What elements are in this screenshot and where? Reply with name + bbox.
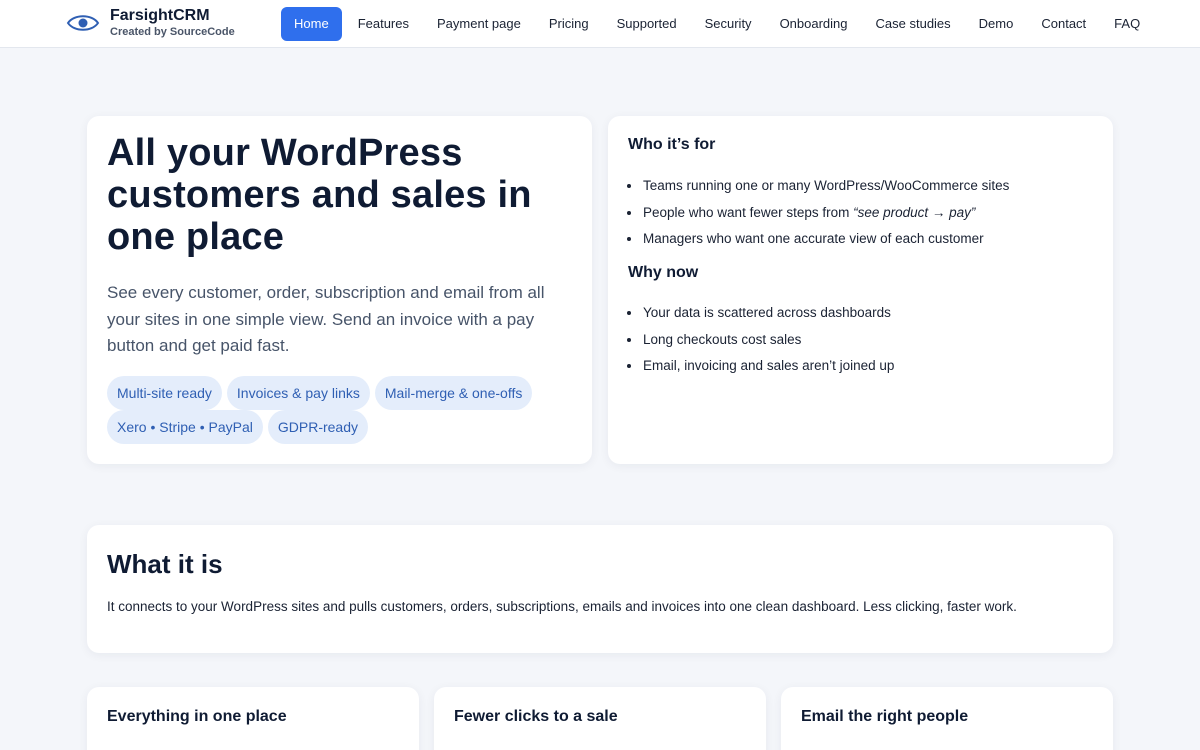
eye-icon bbox=[66, 15, 100, 31]
feature-title: Fewer clicks to a sale bbox=[454, 708, 618, 725]
brand-text: FarsightCRM Created by SourceCode bbox=[110, 7, 235, 39]
nav-case-studies[interactable]: Case studies bbox=[862, 7, 965, 41]
feature-title: Email the right people bbox=[801, 708, 969, 725]
chip-multi-site: Multi-site ready bbox=[107, 376, 222, 410]
hero-title: All your WordPress customers and sales i… bbox=[107, 132, 532, 258]
who-item-text: People who want fewer steps from bbox=[643, 204, 854, 220]
feature-card: Email the right people bbox=[781, 687, 1113, 750]
nav-payment-page[interactable]: Payment page bbox=[423, 7, 535, 41]
who-item-quote: “see product → pay” bbox=[853, 204, 976, 220]
chip-row: Xero • Stripe • PayPal GDPR-ready bbox=[107, 410, 577, 444]
nav-onboarding[interactable]: Onboarding bbox=[766, 7, 862, 41]
what-it-is-card: What it is It connects to your WordPress… bbox=[87, 525, 1113, 653]
what-description: It connects to your WordPress sites and … bbox=[107, 599, 1017, 614]
why-item: Your data is scattered across dashboards bbox=[642, 303, 894, 330]
who-item: Managers who want one accurate view of e… bbox=[642, 229, 1009, 256]
brand[interactable]: FarsightCRM Created by SourceCode bbox=[66, 7, 235, 39]
chip-gdpr: GDPR-ready bbox=[267, 410, 369, 444]
nav-faq[interactable]: FAQ bbox=[1100, 7, 1154, 41]
who-list: Teams running one or many WordPress/WooC… bbox=[642, 176, 1009, 256]
why-heading: Why now bbox=[628, 264, 699, 281]
main-nav: Home Features Payment page Pricing Suppo… bbox=[281, 7, 1154, 41]
chip-invoices: Invoices & pay links bbox=[226, 376, 370, 410]
audience-card: Who it’s for Teams running one or many W… bbox=[608, 116, 1113, 464]
nav-features[interactable]: Features bbox=[344, 7, 423, 41]
brand-name: FarsightCRM bbox=[110, 7, 210, 24]
what-heading: What it is bbox=[107, 549, 223, 579]
feature-chips: Multi-site ready Invoices & pay links Ma… bbox=[107, 376, 577, 444]
hero-card: All your WordPress customers and sales i… bbox=[87, 116, 592, 464]
who-heading: Who it’s for bbox=[628, 136, 716, 153]
feature-card: Everything in one place bbox=[87, 687, 419, 750]
nav-pricing[interactable]: Pricing bbox=[535, 7, 603, 41]
nav-supported[interactable]: Supported bbox=[603, 7, 691, 41]
who-item: Teams running one or many WordPress/WooC… bbox=[642, 176, 1009, 203]
top-navigation-bar: FarsightCRM Created by SourceCode Home F… bbox=[0, 0, 1200, 48]
nav-contact[interactable]: Contact bbox=[1027, 7, 1100, 41]
chip-row: Multi-site ready Invoices & pay links Ma… bbox=[107, 376, 577, 410]
why-item: Email, invoicing and sales aren’t joined… bbox=[642, 356, 894, 383]
hero-description: See every customer, order, subscription … bbox=[107, 283, 545, 355]
why-list: Your data is scattered across dashboards… bbox=[642, 303, 894, 383]
nav-home[interactable]: Home bbox=[281, 7, 342, 41]
chip-mail-merge: Mail-merge & one-offs bbox=[374, 376, 533, 410]
feature-card: Fewer clicks to a sale bbox=[434, 687, 766, 750]
brand-subtitle: Created by SourceCode bbox=[110, 26, 235, 38]
why-item: Long checkouts cost sales bbox=[642, 330, 894, 357]
nav-security[interactable]: Security bbox=[691, 7, 766, 41]
chip-integrations: Xero • Stripe • PayPal bbox=[107, 410, 263, 444]
nav-demo[interactable]: Demo bbox=[965, 7, 1028, 41]
who-item: People who want fewer steps from “see pr… bbox=[642, 203, 1009, 230]
feature-title: Everything in one place bbox=[107, 708, 287, 725]
